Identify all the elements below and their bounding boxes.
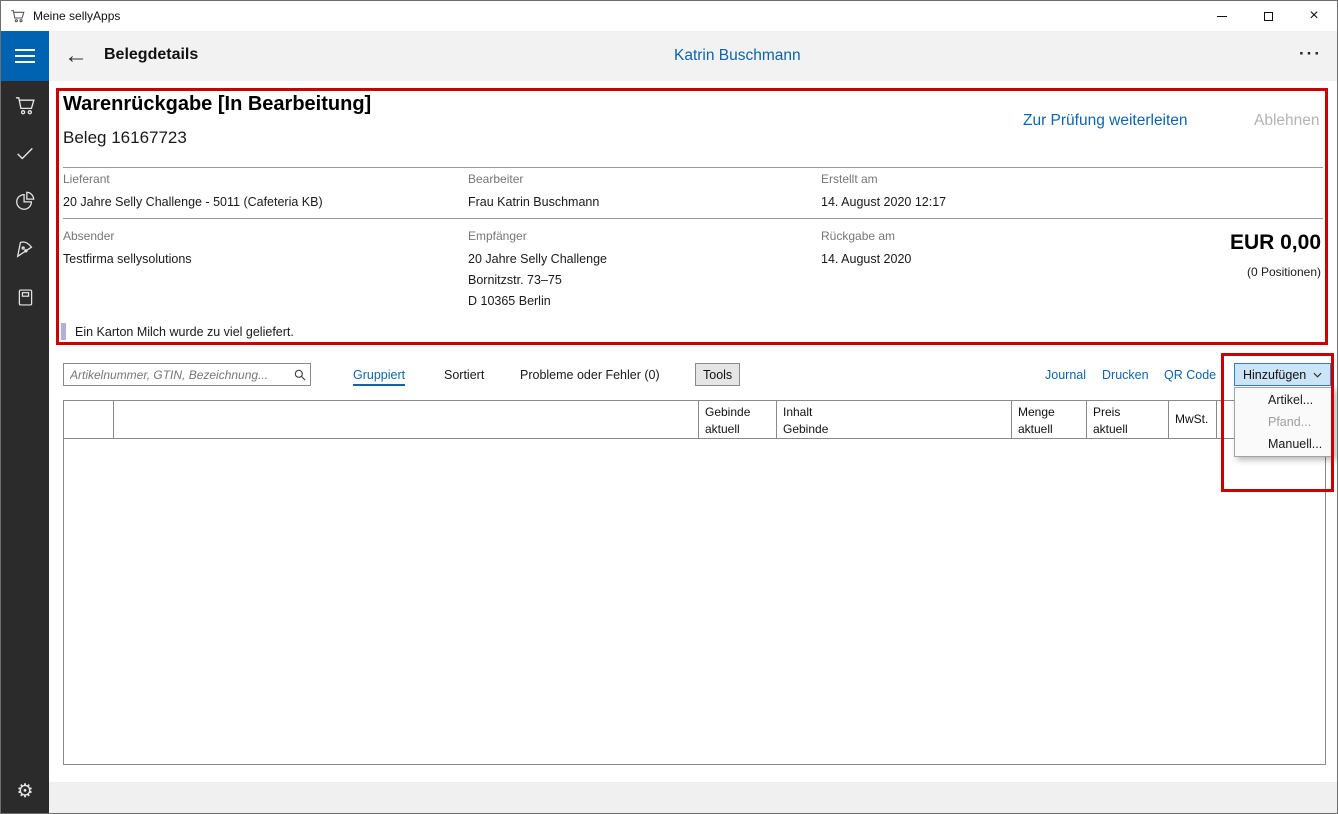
- column-header-preis-aktuell: Preis aktuell: [1087, 401, 1169, 438]
- close-button[interactable]: ×: [1291, 1, 1337, 31]
- tools-button[interactable]: Tools: [695, 363, 740, 386]
- column-header-inhalt-gebinde: Inhalt Gebinde: [777, 401, 1012, 438]
- close-icon: ×: [1309, 8, 1318, 24]
- article-search-field[interactable]: [63, 363, 311, 386]
- sidebar-item-food[interactable]: [1, 225, 49, 273]
- note-accent-bar: [61, 323, 66, 340]
- field-value-bearbeiter: Frau Katrin Buschmann: [468, 192, 599, 213]
- pie-chart-icon: [14, 190, 36, 212]
- field-label-absender: Absender: [63, 229, 114, 243]
- search-icon[interactable]: [290, 366, 310, 384]
- document-title: Warenrückgabe [In Bearbeitung]: [63, 93, 371, 116]
- window-title: Meine sellyApps: [33, 9, 120, 23]
- tab-gruppiert[interactable]: Gruppiert: [353, 368, 405, 386]
- menu-item-artikel[interactable]: Artikel...: [1235, 389, 1333, 411]
- field-value-empfaenger: 20 Jahre Selly Challenge Bornitzstr. 73–…: [468, 249, 607, 312]
- minimize-icon: [1217, 16, 1227, 17]
- field-value-lieferant: 20 Jahre Selly Challenge - 5011 (Cafeter…: [63, 192, 323, 213]
- maximize-icon: [1264, 12, 1273, 21]
- checkmark-icon: [14, 142, 36, 164]
- table-header-row: Gebinde aktuell Inhalt Gebinde Menge akt…: [64, 401, 1325, 439]
- field-label-rueckgabe-am: Rückgabe am: [821, 229, 895, 243]
- journal-link[interactable]: Journal: [1045, 368, 1086, 382]
- sidebar-item-catalog[interactable]: [1, 273, 49, 321]
- field-label-lieferant: Lieferant: [63, 172, 110, 186]
- sidebar: ⚙: [1, 81, 49, 814]
- back-button[interactable]: ←: [59, 39, 93, 73]
- column-header-menge-aktuell: Menge aktuell: [1012, 401, 1087, 438]
- minimize-button[interactable]: [1199, 1, 1245, 31]
- positions-table: Gebinde aktuell Inhalt Gebinde Menge akt…: [63, 400, 1326, 765]
- divider: [63, 218, 1323, 219]
- tab-sortiert[interactable]: Sortiert: [444, 368, 484, 382]
- sidebar-item-settings[interactable]: ⚙: [1, 769, 49, 813]
- column-header-article: [114, 401, 699, 438]
- footer-strip: [49, 782, 1338, 814]
- positions-count: (0 Positionen): [1247, 265, 1321, 279]
- menu-item-pfand: Pfand...: [1235, 411, 1333, 433]
- document-number: Beleg 16167723: [63, 128, 187, 148]
- back-arrow-icon: ←: [64, 42, 88, 70]
- field-value-rueckgabe-am: 14. August 2020: [821, 249, 911, 270]
- total-amount: EUR 0,00: [1230, 231, 1321, 255]
- sidebar-item-reports[interactable]: [1, 177, 49, 225]
- forward-for-review-link[interactable]: Zur Prüfung weiterleiten: [1023, 112, 1188, 130]
- hinzufuegen-dropdown-button[interactable]: Hinzufügen: [1234, 363, 1331, 386]
- document-note: Ein Karton Milch wurde zu viel geliefert…: [75, 325, 294, 339]
- pizza-slice-icon: [14, 238, 36, 260]
- column-header-gebinde-aktuell: Gebinde aktuell: [699, 401, 777, 438]
- app-icon: [10, 8, 26, 24]
- field-label-bearbeiter: Bearbeiter: [468, 172, 523, 186]
- drucken-link[interactable]: Drucken: [1102, 368, 1149, 382]
- divider: [63, 167, 1323, 168]
- sidebar-item-cart[interactable]: [1, 81, 49, 129]
- user-account-link[interactable]: Katrin Buschmann: [674, 47, 801, 65]
- shopping-cart-icon: [14, 94, 37, 117]
- field-label-erstellt-am: Erstellt am: [821, 172, 878, 186]
- titlebar: Meine sellyApps ×: [1, 1, 1337, 31]
- more-options-button[interactable]: ···: [1299, 44, 1322, 64]
- column-header-select: [64, 401, 114, 438]
- field-value-erstellt-am: 14. August 2020 12:17: [821, 192, 946, 213]
- tab-probleme-oder-fehler[interactable]: Probleme oder Fehler (0): [520, 368, 660, 382]
- hamburger-menu-button[interactable]: [1, 31, 49, 81]
- menu-item-manuell[interactable]: Manuell...: [1235, 433, 1333, 455]
- app-window: Meine sellyApps × ← Belegdetails Katrin …: [0, 0, 1338, 814]
- chevron-down-icon: [1313, 372, 1322, 378]
- book-icon: [15, 287, 36, 308]
- search-input[interactable]: [64, 368, 290, 382]
- gear-icon: ⚙: [16, 780, 33, 803]
- app-header: ← Belegdetails Katrin Buschmann ···: [1, 31, 1337, 81]
- field-value-absender: Testfirma sellysolutions: [63, 249, 192, 270]
- window-controls: ×: [1199, 1, 1337, 31]
- maximize-button[interactable]: [1245, 1, 1291, 31]
- column-header-mwst: MwSt.: [1169, 401, 1217, 438]
- hamburger-icon: [15, 49, 35, 51]
- sidebar-item-tasks[interactable]: [1, 129, 49, 177]
- qr-code-link[interactable]: QR Code: [1164, 368, 1216, 382]
- hinzufuegen-dropdown-menu: Artikel... Pfand... Manuell...: [1234, 387, 1334, 457]
- field-label-empfaenger: Empfänger: [468, 229, 527, 243]
- reject-link-disabled[interactable]: Ablehnen: [1254, 112, 1320, 130]
- page-title: Belegdetails: [104, 46, 198, 64]
